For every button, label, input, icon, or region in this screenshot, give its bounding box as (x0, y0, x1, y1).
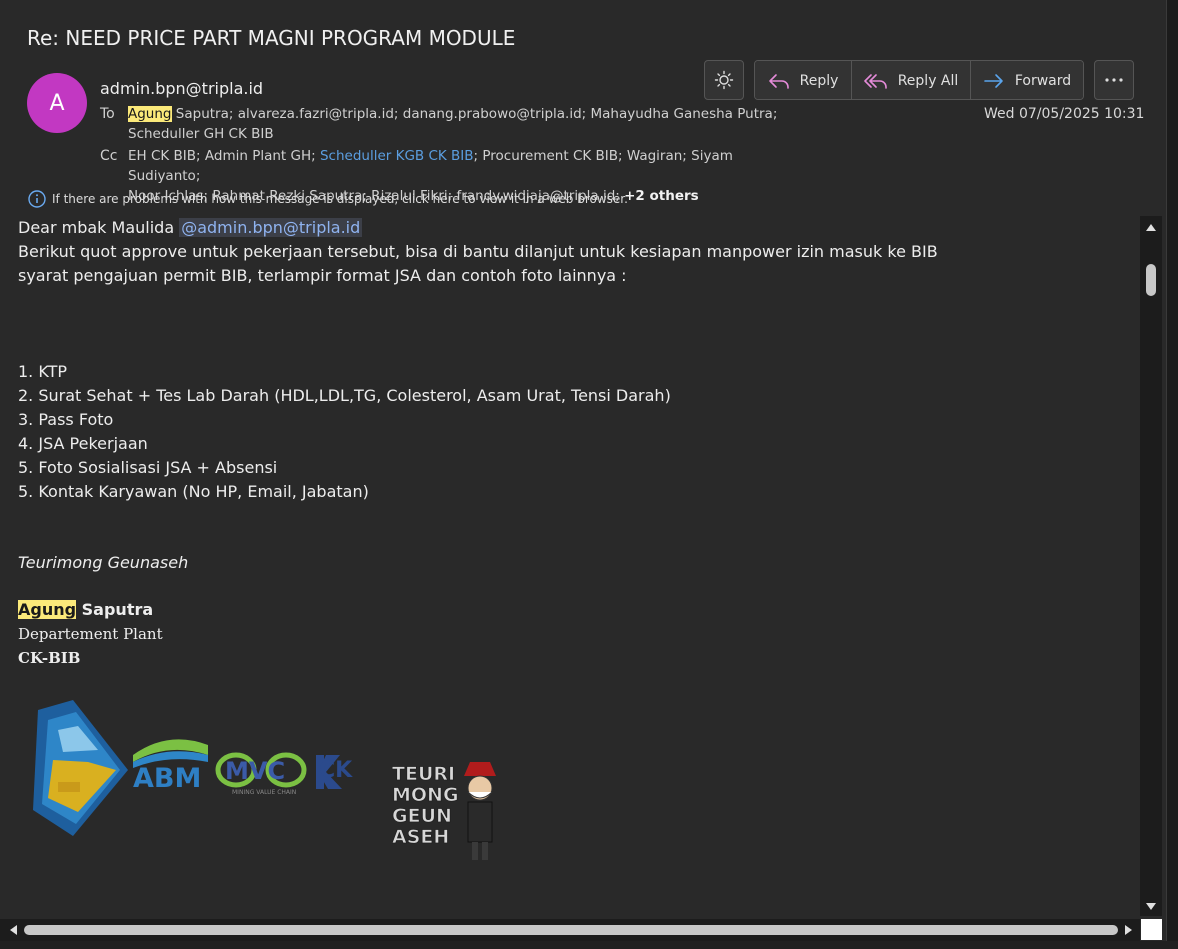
email-date: Wed 07/05/2025 10:31 (984, 106, 1145, 122)
reply-button[interactable]: Reply (755, 61, 852, 99)
search-highlight: Agung (18, 600, 77, 619)
mascot-word: ASEH (392, 826, 449, 848)
mvc-logo-subtext: MINING VALUE CHAIN (232, 789, 296, 796)
more-actions-button[interactable] (1094, 60, 1134, 100)
cc-label: Cc (100, 148, 118, 164)
reply-all-button[interactable]: Reply All (852, 61, 971, 99)
body-line: Berikut quot approve untuk pekerjaan ter… (18, 242, 938, 261)
forward-button[interactable]: Forward (971, 61, 1083, 99)
sun-icon (714, 70, 734, 90)
signature-site: CK-BIB (18, 649, 81, 667)
sender-address[interactable]: admin.bpn@tripla.id (100, 79, 263, 98)
scroll-right-arrow-icon[interactable] (1124, 924, 1134, 936)
mascot-word: TEURI (392, 763, 455, 785)
reply-all-icon (863, 74, 887, 89)
window-right-edge (1166, 0, 1178, 949)
vertical-scroll-thumb[interactable] (1146, 264, 1156, 296)
vertical-scrollbar[interactable] (1140, 216, 1162, 916)
signature-name: Agung Saputra (18, 600, 154, 619)
body-line: syarat pengajuan permit BIB, terlampir f… (18, 266, 627, 285)
list-item: 1. KTP (18, 362, 68, 381)
horizontal-scrollbar[interactable] (0, 919, 1140, 941)
mention-link[interactable]: @admin.bpn@tripla.id (179, 218, 363, 237)
info-bar[interactable]: If there are problems with how this mess… (28, 190, 628, 208)
abm-logo-text: ABM (133, 763, 201, 794)
more-dots-icon (1105, 78, 1123, 82)
to-label: To (100, 106, 115, 122)
list-item: 4. JSA Pekerjaan (18, 434, 148, 453)
response-button-group: Reply Reply All Forward (754, 60, 1084, 100)
to-recipients[interactable]: Agung Saputra; alvareza.fazri@tripla.id;… (128, 104, 808, 144)
ck-logo-text: CK (319, 758, 353, 783)
mvc-logo-text: MVC (225, 757, 285, 785)
list-item: 5. Kontak Karyawan (No HP, Email, Jabata… (18, 482, 369, 501)
tagline: Teurimong Geunaseh (18, 553, 189, 572)
scroll-left-arrow-icon[interactable] (8, 924, 18, 936)
sender-avatar[interactable]: A (27, 73, 87, 133)
mascot-word: MONG (392, 784, 459, 806)
email-subject: Re: NEED PRICE PART MAGNI PROGRAM MODULE (27, 26, 516, 50)
mascot-image: TEURI MONG GEUN ASEH (392, 762, 496, 860)
more-recipients-button[interactable]: +2 others (624, 188, 699, 204)
info-icon (28, 190, 46, 208)
scroll-down-arrow-icon[interactable] (1145, 902, 1157, 912)
scrollbar-corner (1141, 919, 1162, 940)
forward-arrow-icon (984, 74, 1003, 88)
signature-department: Departement Plant (18, 625, 163, 643)
theme-toggle-button[interactable] (704, 60, 744, 100)
list-item: 5. Foto Sosialisasi JSA + Absensi (18, 458, 278, 477)
list-item: 2. Surat Sehat + Tes Lab Darah (HDL,LDL,… (18, 386, 671, 405)
mascot-word: GEUN (392, 805, 452, 827)
search-highlight: Agung (128, 106, 172, 122)
taskbar-edge (0, 941, 1178, 949)
email-body: Dear mbak Maulida @admin.bpn@tripla.id B… (18, 216, 1138, 670)
list-item: 3. Pass Foto (18, 410, 114, 429)
cc-link-recipient[interactable]: Scheduller KGB CK BIB (320, 148, 474, 164)
horizontal-scroll-thumb[interactable] (24, 925, 1118, 935)
company-logos-image: ABM MVC MINING VALUE CHAIN CK (33, 700, 353, 836)
reply-icon (768, 74, 789, 89)
scroll-up-arrow-icon[interactable] (1145, 222, 1157, 232)
